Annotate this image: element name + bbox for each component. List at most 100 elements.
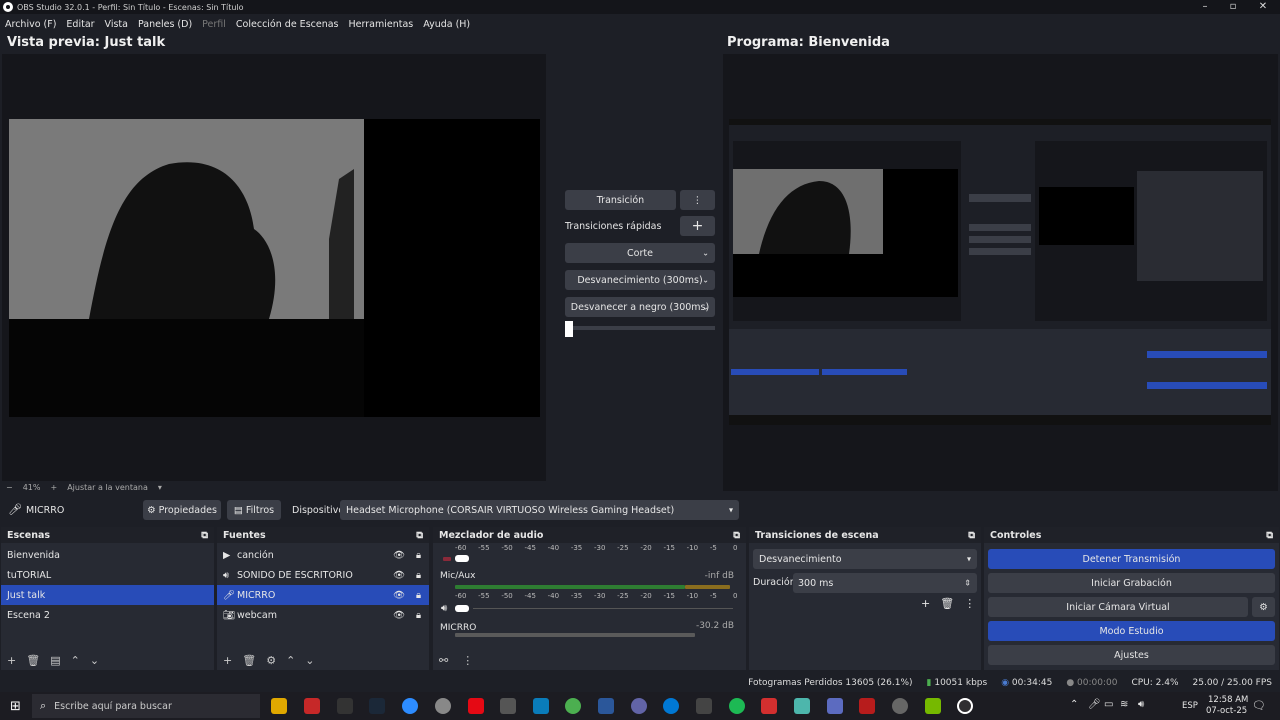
word-icon[interactable] <box>598 698 614 714</box>
windows-start-icon[interactable]: ⊞ <box>10 699 21 714</box>
notifications-icon[interactable]: 🗨︎ <box>1252 699 1266 712</box>
clock-time[interactable]: 12:58 AM <box>1208 695 1248 705</box>
trash-icon[interactable]: 🗑︎ <box>940 597 954 610</box>
speaker-icon[interactable]: 🔊︎ <box>1138 699 1144 710</box>
spinner-icon[interactable]: ⇕ <box>964 579 971 588</box>
undock-icon[interactable]: ⧉ <box>201 530 208 541</box>
quick-transition-corte[interactable]: Corte ⌄ <box>565 243 715 263</box>
volume-slider-handle[interactable] <box>455 605 469 612</box>
chevron-down-icon[interactable]: ▾ <box>158 483 162 492</box>
close-icon[interactable]: ✕ <box>1248 0 1278 14</box>
minimize-icon[interactable]: – <box>1190 0 1220 14</box>
transition-slider-track[interactable] <box>565 326 715 330</box>
link-icon[interactable]: ⚯ <box>439 654 448 667</box>
device-select[interactable]: Headset Microphone (CORSAIR VIRTUOSO Wir… <box>340 500 739 520</box>
edge-icon[interactable] <box>533 698 549 714</box>
app-red-icon[interactable] <box>304 698 320 714</box>
lock-icon[interactable]: 🔒︎ <box>416 590 421 601</box>
undock-icon[interactable]: ⧉ <box>968 530 975 541</box>
filter-icon[interactable]: ▤ <box>50 654 60 667</box>
volume-slider-handle[interactable] <box>455 555 469 562</box>
lock-icon[interactable]: 🔒︎ <box>416 610 421 621</box>
source-item-selected[interactable]: 🎤︎ MICRRO 👁︎ 🔒︎ <box>217 585 429 605</box>
netflix-icon[interactable] <box>468 698 484 714</box>
scene-item[interactable]: tuTORIAL <box>1 565 214 585</box>
transition-button[interactable]: Transición <box>565 190 676 210</box>
menu-archivo[interactable]: Archivo (F) <box>0 19 61 30</box>
trash-icon[interactable]: 🗑︎ <box>242 654 256 667</box>
taskbar-search[interactable]: ⌕ Escribe aquí para buscar <box>32 694 260 718</box>
chevron-down-icon[interactable]: ⌄ <box>90 654 99 667</box>
app-gray-icon[interactable] <box>435 698 451 714</box>
spotify-icon[interactable] <box>729 698 745 714</box>
chevron-up-icon[interactable]: ⌃ <box>71 654 80 667</box>
app-purple-icon[interactable] <box>631 698 647 714</box>
source-item[interactable]: 📷︎ webcam 👁︎ 🔒︎ <box>217 605 429 625</box>
eye-icon[interactable]: 👁︎ <box>393 590 405 601</box>
gear-icon[interactable]: ⚙ <box>266 654 276 667</box>
menu-vista[interactable]: Vista <box>100 19 133 30</box>
trash-icon[interactable]: 🗑︎ <box>26 654 40 667</box>
lock-icon[interactable]: 🔒︎ <box>416 550 421 561</box>
zoom-in-icon[interactable]: + <box>50 483 57 492</box>
wifi-icon[interactable]: ≋ <box>1120 699 1128 710</box>
language-indicator[interactable]: ESP <box>1182 701 1198 711</box>
app-teal-icon[interactable] <box>794 698 810 714</box>
menu-coleccion[interactable]: Colección de Escenas <box>231 19 344 30</box>
menu-herramientas[interactable]: Herramientas <box>344 19 419 30</box>
menu-ayuda[interactable]: Ayuda (H) <box>418 19 475 30</box>
transition-slider-handle[interactable] <box>565 321 573 337</box>
eye-icon[interactable]: 👁︎ <box>393 570 405 581</box>
app-darkred-icon[interactable] <box>859 698 875 714</box>
menu-perfil[interactable]: Perfil <box>197 19 231 30</box>
lock-icon[interactable]: 🔒︎ <box>416 570 421 581</box>
settings-button[interactable]: Ajustes <box>988 645 1275 665</box>
zoom-icon[interactable] <box>402 698 418 714</box>
source-item[interactable]: 🔊︎ SONIDO DE ESCRITORIO 👁︎ 🔒︎ <box>217 565 429 585</box>
undock-icon[interactable]: ⧉ <box>416 530 423 541</box>
start-virtual-camera-button[interactable]: Iniciar Cámara Virtual <box>988 597 1248 617</box>
add-quick-transition-icon[interactable]: + <box>680 216 715 236</box>
scene-item[interactable]: Bienvenida <box>1 545 214 565</box>
undock-icon[interactable]: ⧉ <box>1266 530 1273 541</box>
quick-transition-fade-black[interactable]: Desvanecer a negro (300ms) ⌄ <box>565 297 715 317</box>
eye-icon[interactable]: 👁︎ <box>393 610 405 621</box>
menu-editar[interactable]: Editar <box>61 19 99 30</box>
studio-mode-button[interactable]: Modo Estudio <box>988 621 1275 641</box>
chevron-down-icon[interactable]: ⌄ <box>305 654 314 667</box>
transition-select[interactable]: Desvanecimiento ▾ <box>753 549 977 569</box>
speaker-icon[interactable]: 🔊︎ <box>441 603 447 614</box>
virtual-camera-settings-gear-icon[interactable]: ⚙ <box>1252 597 1275 617</box>
battery-icon[interactable]: ▭ <box>1104 699 1113 710</box>
obs-taskbar-icon[interactable] <box>957 698 973 714</box>
steam-icon[interactable] <box>369 698 385 714</box>
settings-gear-icon[interactable] <box>500 698 516 714</box>
nvidia-icon[interactable] <box>925 698 941 714</box>
quick-transition-fade[interactable]: Desvanecimiento (300ms) ⌄ <box>565 270 715 290</box>
microphone-icon[interactable]: 🎤︎ <box>1088 699 1101 710</box>
clock-date[interactable]: 07-oct-25 <box>1206 706 1247 716</box>
more-icon[interactable]: ⋮ <box>462 654 473 667</box>
zoom-fit-label[interactable]: Ajustar a la ventana <box>67 483 148 492</box>
scene-item[interactable]: Escena 2 <box>1 605 214 625</box>
add-icon[interactable]: + <box>921 597 930 610</box>
eye-icon[interactable]: 👁︎ <box>393 550 405 561</box>
source-item[interactable]: ▶ canción 👁︎ 🔒︎ <box>217 545 429 565</box>
app-circle-icon[interactable] <box>892 698 908 714</box>
menu-paneles[interactable]: Paneles (D) <box>133 19 197 30</box>
start-recording-button[interactable]: Iniciar Grabación <box>988 573 1275 593</box>
scene-item-selected[interactable]: Just talk <box>1 585 214 605</box>
transition-menu-icon[interactable]: ⋮ <box>680 190 715 210</box>
more-icon[interactable]: ⋮ <box>964 597 975 610</box>
epic-games-icon[interactable] <box>696 698 712 714</box>
file-explorer-icon[interactable] <box>271 698 287 714</box>
undock-icon[interactable]: ⧉ <box>733 530 740 541</box>
app-blue-icon[interactable] <box>663 698 679 714</box>
duration-input[interactable]: 300 ms ⇕ <box>793 573 977 593</box>
chevron-up-icon[interactable]: ⌃ <box>1070 699 1078 710</box>
razer-icon[interactable] <box>337 698 353 714</box>
add-icon[interactable]: + <box>223 654 232 667</box>
chevron-up-icon[interactable]: ⌃ <box>286 654 295 667</box>
zoom-out-icon[interactable]: − <box>6 483 13 492</box>
add-icon[interactable]: + <box>7 654 16 667</box>
